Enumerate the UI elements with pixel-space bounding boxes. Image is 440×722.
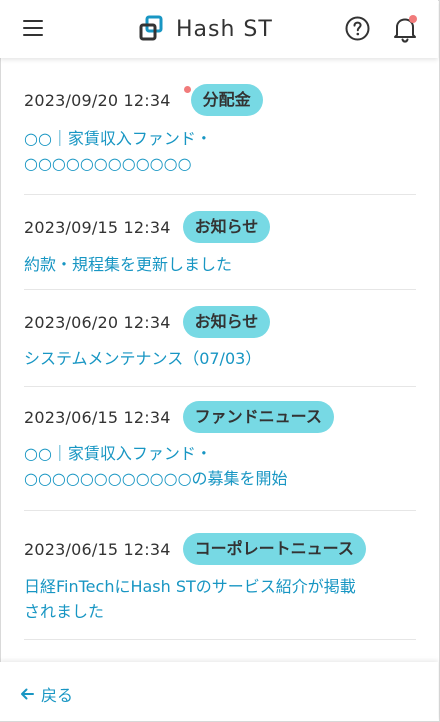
footer-bar: 戻る xyxy=(0,662,438,721)
news-item[interactable]: 2023/09/15 12:34 お知らせ 約款・規程集を更新しました xyxy=(24,195,416,290)
hamburger-menu-icon[interactable] xyxy=(23,20,43,38)
category-badge: お知らせ xyxy=(182,211,271,243)
news-title-line[interactable]: ○○｜家賃収入ファンド・ xyxy=(24,442,288,466)
news-date: 2023/09/20 12:34 xyxy=(24,90,171,110)
news-title-line[interactable]: システムメンテナンス（07/03） xyxy=(24,347,261,371)
news-title-line[interactable]: ○○｜家賃収入ファンド・ xyxy=(24,127,212,151)
category-badge: ファンドニュース xyxy=(182,401,334,433)
news-item[interactable]: 2023/06/15 12:34 コーポレートニュース 日経FinTechにHa… xyxy=(24,511,416,640)
notification-unread-dot xyxy=(409,15,417,23)
news-title-line[interactable]: ○○○○○○○○○○○○ xyxy=(24,152,212,176)
news-title-line[interactable]: 約款・規程集を更新しました xyxy=(24,253,232,277)
news-date: 2023/06/20 12:34 xyxy=(24,312,171,332)
back-button[interactable]: 戻る xyxy=(20,682,73,706)
news-date: 2023/06/15 12:34 xyxy=(24,407,171,427)
news-title-line[interactable]: 日経FinTechにHash STのサービス紹介が掲載 xyxy=(24,575,356,599)
news-item[interactable]: 2023/06/15 12:34 ファンドニュース ○○｜家賃収入ファンド・ ○… xyxy=(24,387,416,511)
news-item[interactable]: 2023/09/20 12:34 分配金 ○○｜家賃収入ファンド・ ○○○○○○… xyxy=(24,58,416,195)
arrow-left-icon xyxy=(21,688,34,700)
help-icon[interactable] xyxy=(345,16,370,41)
category-badge: お知らせ xyxy=(182,306,271,338)
app-header: Hash ST xyxy=(0,0,438,58)
back-label: 戻る xyxy=(41,686,74,705)
category-badge: 分配金 xyxy=(190,84,263,116)
news-title-line[interactable]: されました xyxy=(24,600,356,624)
unread-dot xyxy=(184,86,191,93)
logo-text: Hash ST xyxy=(176,16,273,42)
news-date: 2023/09/15 12:34 xyxy=(24,217,171,237)
news-date: 2023/06/15 12:34 xyxy=(24,539,171,559)
category-badge: コーポレートニュース xyxy=(182,533,366,565)
news-title-line[interactable]: ○○○○○○○○○○○○の募集を開始 xyxy=(24,467,288,491)
logo-mark-icon xyxy=(139,15,163,41)
logo[interactable]: Hash ST xyxy=(138,15,273,43)
news-list: 2023/09/20 12:34 分配金 ○○｜家賃収入ファンド・ ○○○○○○… xyxy=(24,58,416,640)
news-item[interactable]: 2023/06/20 12:34 お知らせ システムメンテナンス（07/03） xyxy=(24,290,416,387)
